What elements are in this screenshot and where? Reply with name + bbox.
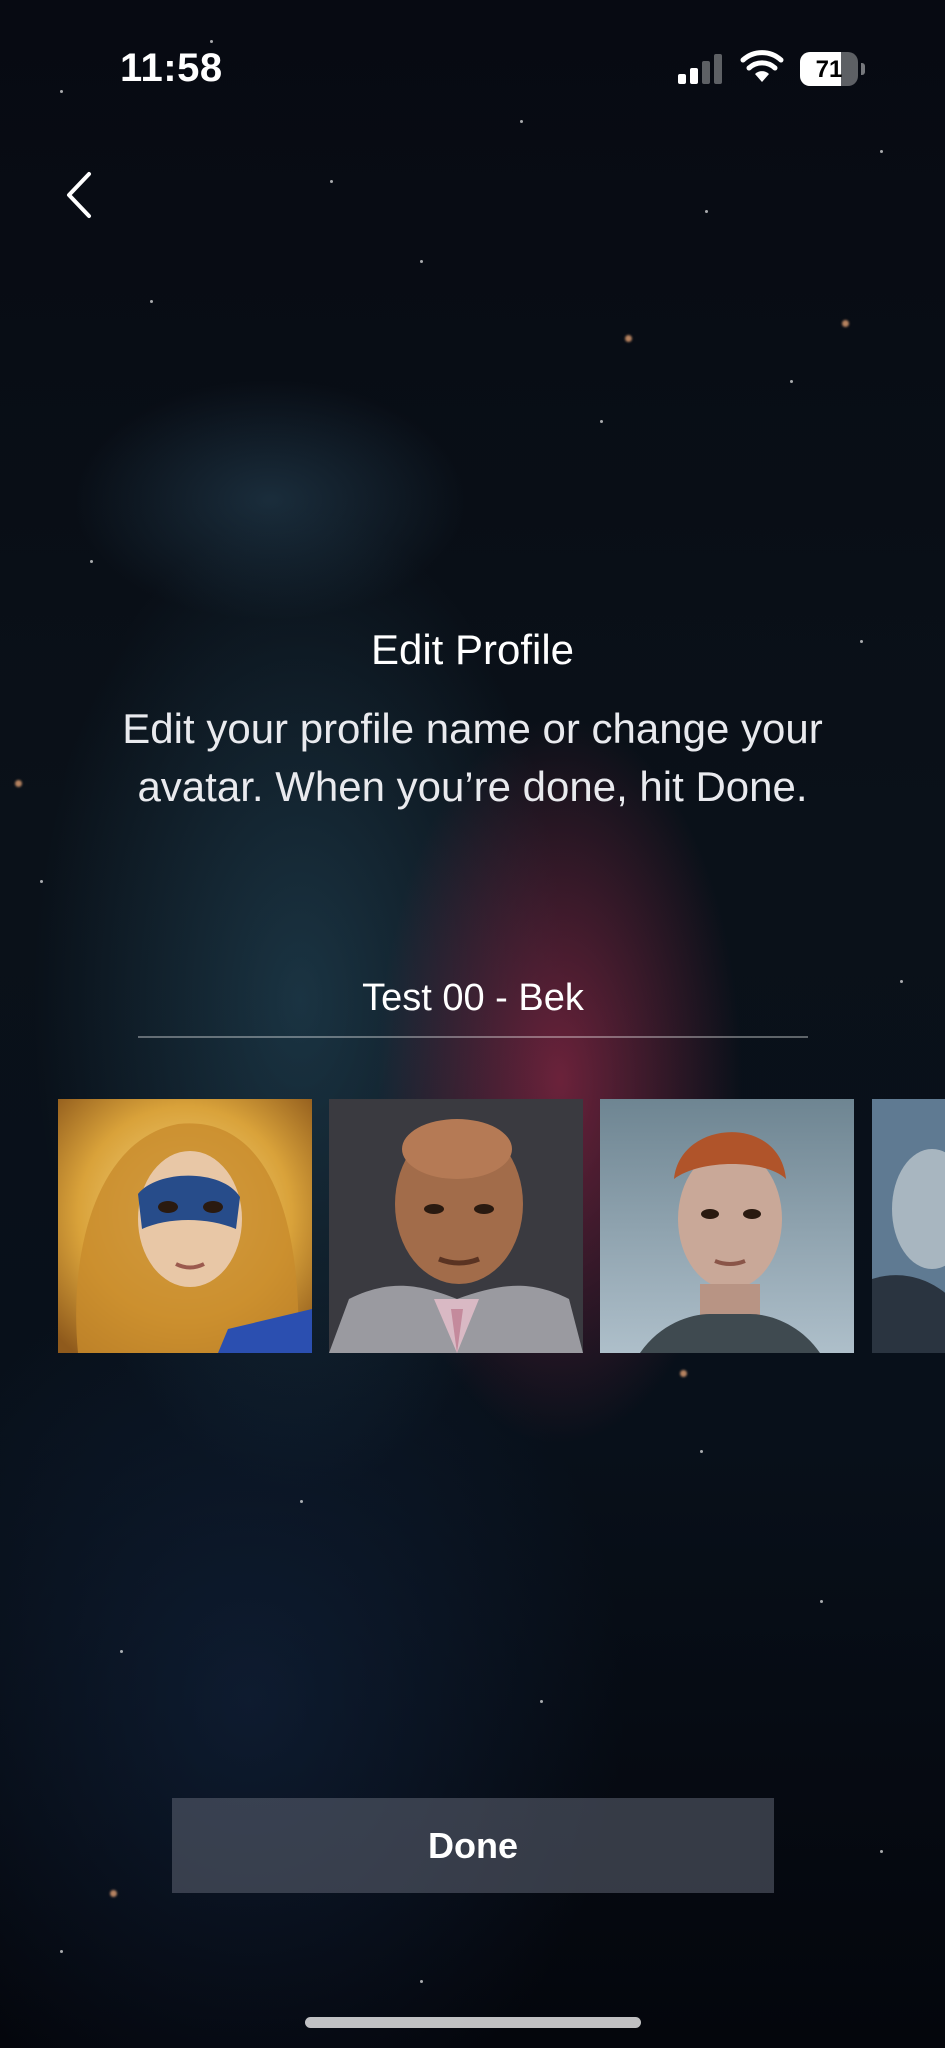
avatar-carousel[interactable] — [0, 1099, 945, 1355]
done-button[interactable]: Done — [172, 1798, 774, 1893]
page-subtitle: Edit your profile name or change your av… — [122, 705, 823, 810]
cellular-signal-icon — [678, 52, 726, 84]
avatar-option-4[interactable] — [872, 1099, 945, 1353]
profile-name-field[interactable] — [138, 960, 808, 1038]
home-indicator[interactable] — [305, 2017, 641, 2028]
avatar-image — [872, 1099, 945, 1353]
chevron-left-icon — [67, 172, 91, 218]
battery-icon: 71 — [800, 52, 858, 86]
avatar-image — [329, 1099, 583, 1353]
avatar-option-2[interactable] — [329, 1099, 583, 1353]
avatar-option-1[interactable] — [58, 1099, 312, 1353]
battery-cap — [861, 63, 865, 75]
status-bar: 11:58 71 — [0, 0, 945, 140]
back-button[interactable] — [50, 160, 106, 230]
wifi-icon — [740, 50, 784, 82]
avatar-option-3[interactable] — [600, 1099, 854, 1353]
status-time: 11:58 — [120, 46, 223, 90]
avatar-image — [600, 1099, 854, 1353]
battery-level: 71 — [815, 56, 843, 83]
avatar-image — [58, 1099, 312, 1353]
page-title: Edit Profile — [370, 626, 575, 673]
